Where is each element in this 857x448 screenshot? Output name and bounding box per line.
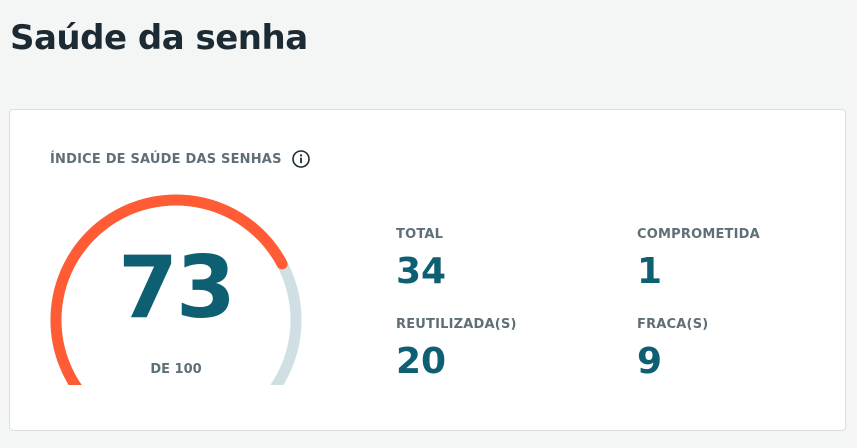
health-score-max-label: DE 100: [150, 362, 202, 377]
stat-weak-label: FRACA(S): [637, 317, 709, 332]
stat-compromised[interactable]: COMPROMETIDA 1: [637, 227, 760, 290]
stat-reused-value: 20: [396, 341, 447, 382]
stat-total[interactable]: TOTAL 34: [396, 227, 446, 290]
stat-weak-value: 9: [637, 341, 663, 382]
stat-compromised-label: COMPROMETIDA: [637, 227, 760, 242]
stat-reused[interactable]: REUTILIZADA(S) 20: [396, 317, 517, 380]
stat-weak[interactable]: FRACA(S) 9: [637, 317, 708, 380]
health-score-value: 73: [118, 238, 236, 338]
health-score-header: ÍNDICE DE SAÚDE DAS SENHAS: [50, 150, 310, 168]
info-icon[interactable]: [291, 150, 310, 168]
stat-reused-label: REUTILIZADA(S): [396, 317, 517, 332]
health-score-label: ÍNDICE DE SAÚDE DAS SENHAS: [50, 151, 282, 167]
password-health-card: ÍNDICE DE SAÚDE DAS SENHAS 73 DE 100 TOT…: [9, 109, 846, 431]
stat-total-value: 34: [396, 251, 447, 292]
stat-total-label: TOTAL: [396, 227, 444, 242]
page-title: Saúde da senha: [10, 18, 308, 58]
stat-compromised-value: 1: [637, 251, 663, 292]
password-health-page: Saúde da senha ÍNDICE DE SAÚDE DAS SENHA…: [0, 0, 857, 448]
health-score-gauge: 73: [48, 185, 304, 385]
